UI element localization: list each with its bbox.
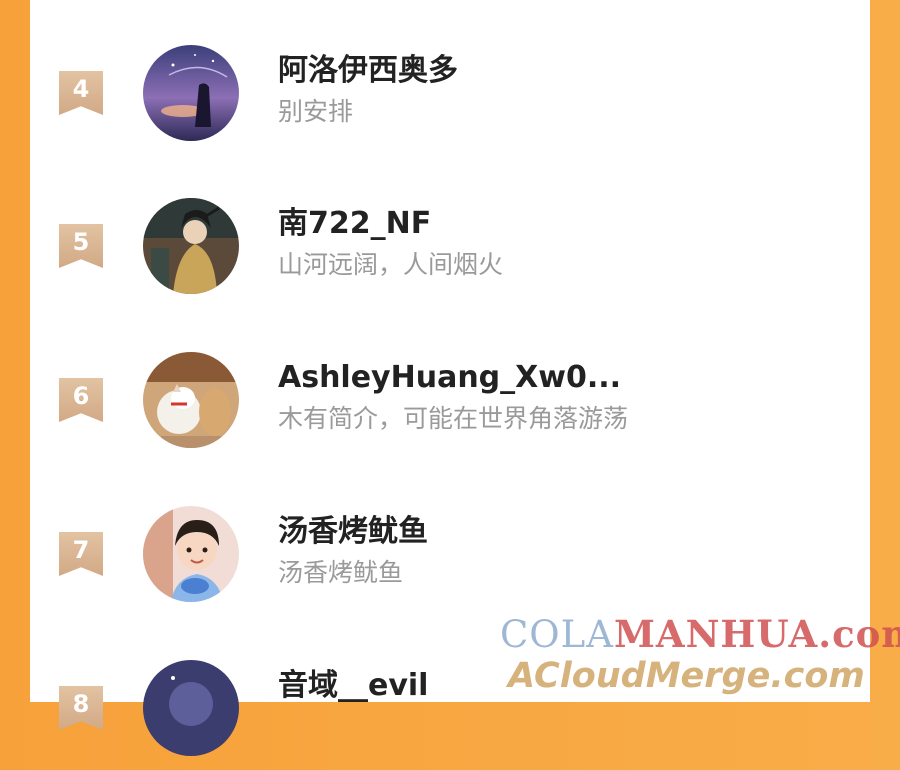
watermark: COLAMANHUA.com ACloudMerge.com	[500, 612, 900, 700]
watermark-manhua: MANHUA.com	[613, 612, 900, 656]
rank-badge: 8	[59, 686, 103, 730]
avatar[interactable]	[143, 352, 239, 448]
avatar-image	[143, 198, 239, 294]
ranking-card: 4 阿洛伊西奥多 别安排 5 南722_NF 山河远阔，人间烟火 6 Ashle…	[30, 0, 870, 756]
rank-badge: 5	[59, 224, 103, 268]
avatar[interactable]	[143, 198, 239, 294]
list-item[interactable]: 4 阿洛伊西奥多 别安排	[30, 45, 870, 155]
user-bio: 别安排	[278, 97, 354, 126]
watermark-cola: COLA	[500, 613, 614, 656]
user-bio: 山河远阔，人间烟火	[278, 250, 504, 279]
watermark-line-1: COLAMANHUA.com	[500, 612, 900, 657]
avatar-image	[143, 506, 239, 602]
list-item[interactable]: 6 AshleyHuang_Xw0... 木有简介，可能在世界角落游荡	[30, 352, 870, 462]
avatar[interactable]	[143, 45, 239, 141]
rank-badge: 6	[59, 378, 103, 422]
avatar-image	[143, 352, 239, 448]
user-name[interactable]: 阿洛伊西奥多	[278, 53, 458, 89]
avatar[interactable]	[143, 506, 239, 602]
rank-badge: 7	[59, 532, 103, 576]
user-name[interactable]: 汤香烤鱿鱼	[278, 514, 428, 550]
user-name[interactable]: AshleyHuang_Xw0...	[278, 360, 621, 396]
list-item[interactable]: 7 汤香烤鱿鱼 汤香烤鱿鱼	[30, 506, 870, 616]
list-item[interactable]: 5 南722_NF 山河远阔，人间烟火	[30, 198, 870, 308]
avatar-image	[143, 660, 239, 756]
user-name[interactable]: 音域__evil	[278, 668, 428, 704]
user-name[interactable]: 南722_NF	[278, 206, 431, 242]
user-bio: 汤香烤鱿鱼	[278, 558, 404, 587]
user-bio: 木有简介，可能在世界角落游荡	[278, 404, 629, 433]
avatar-image	[143, 45, 239, 141]
avatar[interactable]	[143, 660, 239, 756]
watermark-line-2: ACloudMerge.com	[508, 656, 865, 696]
rank-badge: 4	[59, 71, 103, 115]
